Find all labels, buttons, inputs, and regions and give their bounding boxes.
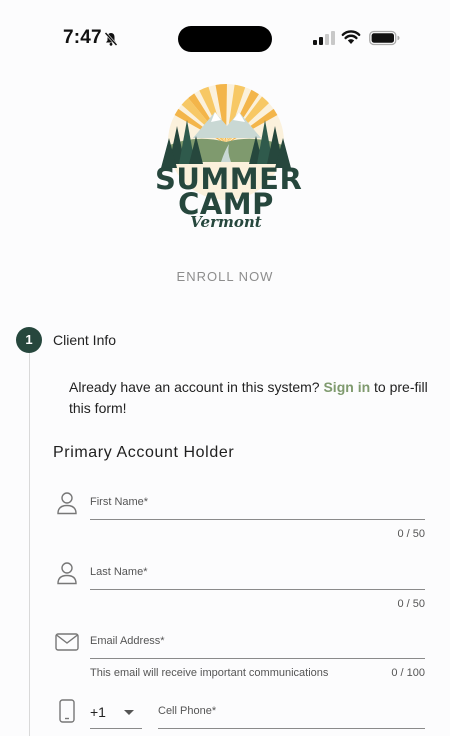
email-underline (90, 658, 425, 659)
wifi-icon (341, 30, 361, 44)
email-hint: This email will receive important commun… (90, 667, 329, 679)
cell-phone-field[interactable]: Cell Phone* (158, 705, 216, 717)
last-name-field[interactable]: Last Name* (90, 566, 147, 578)
enroll-now-heading: ENROLL NOW (176, 269, 274, 284)
mobile-phone-icon (59, 699, 75, 723)
chevron-down-icon[interactable] (124, 710, 134, 715)
person-icon (57, 562, 77, 585)
first-name-counter: 0 / 50 (397, 528, 425, 540)
logo-text-vermont: Vermont (190, 213, 262, 231)
signal-icon (313, 31, 335, 45)
dynamic-island (178, 26, 272, 52)
summer-camp-logo: SUMMER CAMP Vermont (155, 82, 302, 234)
step-title: Client Info (53, 332, 117, 348)
last-name-counter: 0 / 50 (397, 598, 425, 610)
country-code-select[interactable]: +1 (90, 704, 106, 720)
signin-prompt-text: Already have an account in this system? (69, 379, 320, 395)
status-bar: 7:47 (0, 0, 450, 60)
envelope-icon (55, 633, 79, 651)
status-time: 7:47 (63, 27, 102, 48)
country-code-underline (90, 728, 142, 729)
stepper-line (29, 352, 30, 736)
cell-phone-underline (158, 728, 425, 729)
email-counter: 0 / 100 (391, 667, 425, 679)
section-title: Primary Account Holder (53, 444, 235, 461)
email-field[interactable]: Email Address* (90, 635, 165, 647)
last-name-underline (90, 589, 425, 590)
person-icon (57, 492, 77, 515)
first-name-field[interactable]: First Name* (90, 496, 148, 508)
first-name-underline (90, 519, 425, 520)
signin-prompt: Already have an account in this system? … (69, 377, 429, 419)
signin-link[interactable]: Sign in (323, 379, 370, 395)
battery-icon (369, 30, 400, 46)
step-number-badge: 1 (16, 327, 42, 353)
bell-slash-icon (104, 32, 118, 46)
